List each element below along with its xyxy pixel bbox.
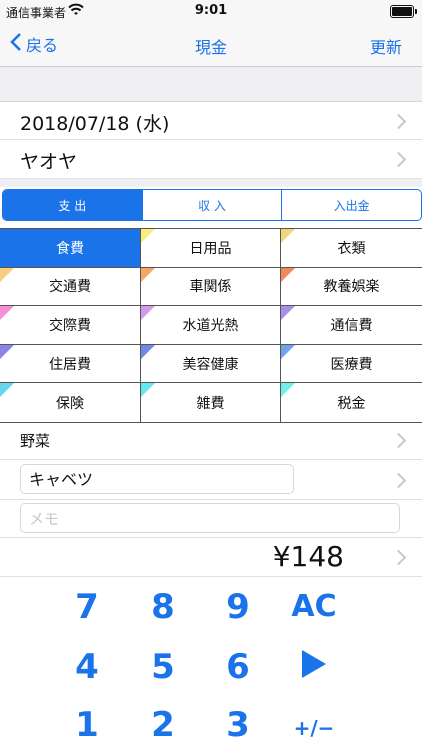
key-7[interactable]: 7 <box>52 587 122 627</box>
section-spacer <box>0 179 422 187</box>
category-color-tag <box>0 383 14 398</box>
category-label: 医療費 <box>330 356 373 373</box>
category-label: 交際費 <box>49 317 91 334</box>
key-5[interactable]: 5 <box>128 647 198 687</box>
category-label: 日用品 <box>189 240 232 257</box>
category-label: 通信費 <box>330 317 373 334</box>
key-9[interactable]: 9 <box>203 587 273 627</box>
category-cell[interactable]: 教養娯楽 <box>281 267 422 307</box>
category-color-tag <box>141 383 155 398</box>
category-cell[interactable]: 食費 <box>0 229 141 268</box>
chevron-right-icon <box>390 432 407 449</box>
category-color-tag <box>281 383 295 398</box>
category-cell[interactable]: 通信費 <box>281 306 422 345</box>
category-color-tag <box>281 229 295 243</box>
category-color-tag <box>281 267 295 282</box>
category-color-tag <box>281 306 295 321</box>
chevron-right-icon <box>390 549 407 566</box>
category-label: 食費 <box>56 240 84 257</box>
category-color-tag <box>0 306 14 321</box>
category-cell[interactable]: 保険 <box>0 383 141 422</box>
chevron-right-icon[interactable] <box>390 472 407 489</box>
category-cell[interactable]: 雑費 <box>141 383 281 422</box>
segment-expense[interactable]: 支 出 <box>3 190 143 220</box>
update-button[interactable]: 更新 <box>370 34 402 58</box>
segment-income[interactable]: 収 入 <box>143 190 283 220</box>
chevron-right-icon <box>390 151 407 168</box>
category-label: 衣類 <box>337 240 366 257</box>
key-plus-minus[interactable]: +/− <box>279 716 349 740</box>
amount-value: ¥148 <box>272 540 344 573</box>
section-spacer <box>0 67 422 102</box>
chevron-right-icon <box>390 113 407 130</box>
category-cell[interactable]: 車関係 <box>141 267 281 307</box>
key-1[interactable]: 1 <box>52 705 122 745</box>
key-6[interactable]: 6 <box>203 647 273 687</box>
subcategory-value: 野菜 <box>20 432 51 450</box>
category-cell[interactable]: 税金 <box>281 383 422 422</box>
category-label: 税金 <box>337 395 366 412</box>
category-cell[interactable]: 交通費 <box>0 267 141 307</box>
category-label: 雑費 <box>196 395 225 412</box>
category-cell[interactable]: 交際費 <box>0 306 141 345</box>
payee-row[interactable]: ヤオヤ <box>0 140 422 179</box>
date-row[interactable]: 2018/07/18 (水) <box>0 102 422 140</box>
category-color-tag <box>281 344 295 359</box>
category-label: 交通費 <box>49 279 91 296</box>
play-icon[interactable] <box>302 650 326 678</box>
memo-field[interactable]: メモ <box>20 503 400 533</box>
category-cell[interactable]: 衣類 <box>281 229 422 268</box>
key-8[interactable]: 8 <box>128 587 198 627</box>
date-value: 2018/07/18 (水) <box>20 113 170 135</box>
category-color-tag <box>0 267 14 282</box>
key-2[interactable]: 2 <box>128 705 198 745</box>
category-grid: 食費 日用品 衣類 交通費 車関係 教養娯楽 交際費 水道光熱 通信費 住居費 … <box>0 228 422 423</box>
category-color-tag <box>141 267 155 282</box>
battery-icon <box>390 5 417 18</box>
category-label: 教養娯楽 <box>323 279 380 296</box>
category-label: 美容健康 <box>182 356 239 373</box>
payee-value: ヤオヤ <box>20 151 78 173</box>
category-label: 保険 <box>56 395 84 412</box>
page-title: 現金 <box>194 38 227 57</box>
category-color-tag <box>141 344 155 359</box>
category-label: 車関係 <box>189 279 232 296</box>
category-cell[interactable]: 医療費 <box>281 344 422 384</box>
category-cell[interactable]: 水道光熱 <box>141 306 281 345</box>
key-3[interactable]: 3 <box>203 705 273 745</box>
category-color-tag <box>141 229 155 243</box>
status-bar: 通信事業者 9:01 <box>0 0 422 22</box>
segment-transfer[interactable]: 入出金 <box>282 190 421 220</box>
item-name-field[interactable]: キャベツ <box>20 464 294 494</box>
key-ac[interactable]: AC <box>279 589 349 624</box>
category-label: 水道光熱 <box>182 317 239 334</box>
category-color-tag <box>141 306 155 321</box>
category-color-tag <box>0 344 14 359</box>
amount-row[interactable]: ¥148 <box>0 537 422 577</box>
key-4[interactable]: 4 <box>52 647 122 687</box>
subcategory-row[interactable]: 野菜 <box>0 421 422 460</box>
navigation-bar: 戻る 現金 更新 <box>0 22 422 67</box>
category-cell[interactable]: 日用品 <box>141 229 281 268</box>
clock: 9:01 <box>194 3 228 18</box>
category-cell[interactable]: 美容健康 <box>141 344 281 384</box>
transaction-type-segmented-control: 支 出 収 入 入出金 <box>2 189 422 221</box>
category-label: 住居費 <box>49 356 91 373</box>
category-cell[interactable]: 住居費 <box>0 344 141 384</box>
